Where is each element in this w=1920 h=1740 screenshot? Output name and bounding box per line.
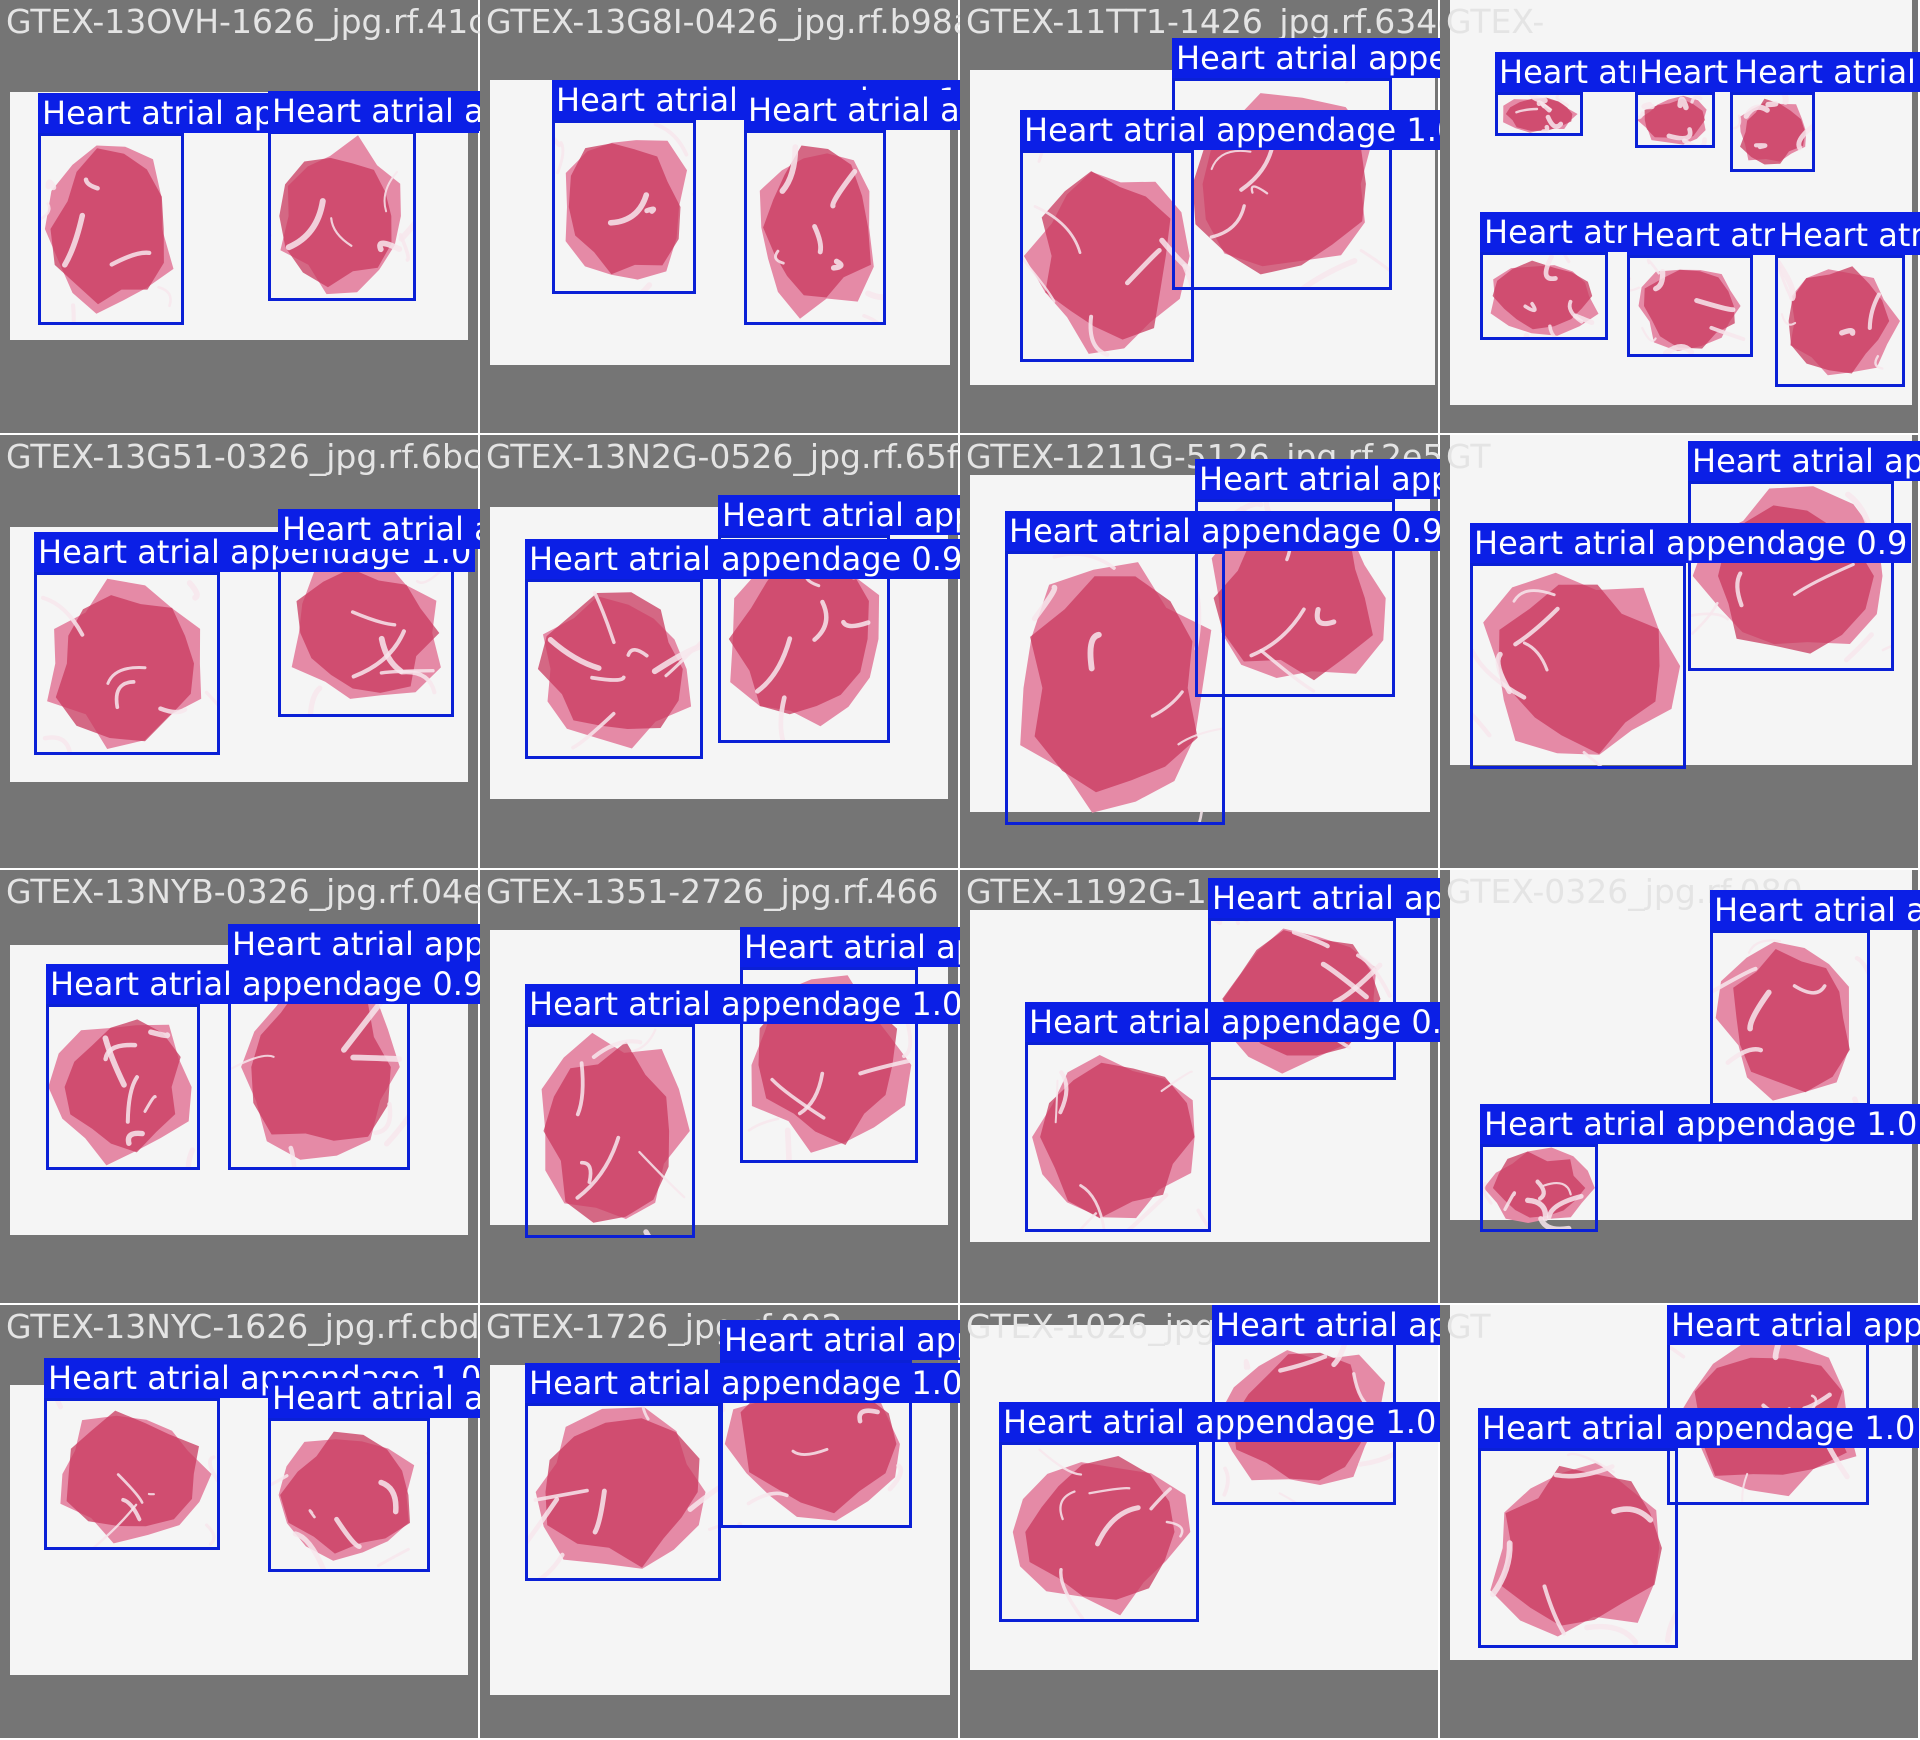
detection-box (1635, 92, 1715, 148)
detection-label: Heart atrial appendage 0.9 (268, 1378, 480, 1418)
tile-filename: GTEX-1192G-1 (966, 872, 1207, 911)
detection-box (552, 120, 696, 294)
detection-label: Heart atrial appendage 0.9 (1710, 890, 1920, 930)
detection-box (999, 1442, 1199, 1622)
detection-label: Heart atrial appendage 1.0 (718, 495, 960, 535)
tile-filename: GTEX-13G51-0326_jpg.rf.6bc (6, 437, 480, 476)
detection-label: Heart atrial appendage 1.0 (1480, 1104, 1920, 1144)
mosaic-tile: GTEX-13G8I-0426_jpg.rf.b98a6fd4a1d27ba4 … (480, 0, 960, 435)
mosaic-tile: GT Heart atrial appendage 1.0 Heart atri… (1440, 1305, 1920, 1740)
detection-label: Heart atrial appendage 0.9 (46, 964, 480, 1004)
detection-box (34, 572, 220, 755)
detection-box (525, 1403, 721, 1581)
mosaic-tile: GTEX-11TT1-1426_jpg.rf.634e Heart atrial… (960, 0, 1440, 435)
detection-label: Heart atrial appendage 1.0 (1208, 878, 1440, 918)
mosaic-tile: GTEX-1192G-1 Heart atrial appendage 0.9 … (960, 870, 1440, 1305)
detection-box (1775, 255, 1905, 387)
mosaic-tile: GTEX-13OVH-1626_jpg.rf.41ca7f2af123089f6… (0, 0, 480, 435)
detection-box (278, 549, 454, 717)
detection-label: Heart atrial appendage 1.0 (744, 90, 960, 130)
detection-label: Heart atrial appendage 0.9 (1195, 459, 1440, 499)
tile-filename: GTEX- (1446, 2, 1545, 41)
mosaic-tile: GTEX-0326_jpg.rf.080 Heart atrial append… (1440, 870, 1920, 1305)
detection-label: Heart atrial appendage 1.0 (278, 509, 480, 549)
detection-label: Heart atrial appendage 1.0 (525, 1363, 960, 1403)
mosaic-tile: GTEX-1726_jpg.rf.092 Heart atrial append… (480, 1305, 960, 1740)
tile-filename: GT (1446, 437, 1491, 476)
detection-label: Heart atrial appendage 1.0 (1212, 1305, 1440, 1345)
detection-box (744, 130, 886, 325)
mosaic-tile: GTEX- Heart atrial appendage 0.9 Heart a… (1440, 0, 1920, 435)
detection-label: Heart atrial appendage 1.0 (1478, 1408, 1920, 1448)
detection-box (1627, 255, 1753, 357)
detection-mosaic-grid: GTEX-13OVH-1626_jpg.rf.41ca7f2af123089f6… (0, 0, 1920, 1740)
detection-box (1005, 551, 1225, 825)
mosaic-tile: GTEX-1026_jpg.rf.bcb Heart atrial append… (960, 1305, 1440, 1740)
detection-label: Heart atrial appendage 1.0 (740, 927, 960, 967)
mosaic-tile: GTEX-13NYC-1626_jpg.rf.cbd Heart atrial … (0, 1305, 480, 1740)
detection-label: Heart atrial appendage 1.0 (999, 1402, 1440, 1442)
detection-label: Heart atrial appendage 1.0 (1172, 38, 1440, 78)
detection-label: Heart atrial appendage 0.9 (268, 91, 480, 131)
detection-label: Heart atrial appendage 0.9 (1667, 1305, 1920, 1345)
detection-box (1208, 918, 1396, 1080)
detection-label: Heart atrial appendage 1.0 (1775, 215, 1920, 255)
detection-label: Heart atrial appendage 0.9 (1005, 511, 1440, 551)
mosaic-tile: GTEX-13NYB-0326_jpg.rf.04e Heart atrial … (0, 870, 480, 1305)
detection-label: Heart atrial appendage 0.9 (1470, 523, 1912, 563)
detection-label: Heart atrial appendage 0.9 (720, 1320, 960, 1360)
mosaic-tile: GT Heart atrial appendage 0.9 Heart atri… (1440, 435, 1920, 870)
detection-box (1480, 1144, 1598, 1232)
detection-box (46, 1004, 200, 1170)
detection-box (1495, 92, 1583, 136)
tile-filename: GT (1446, 1307, 1491, 1346)
detection-label: Heart atrial appendage 1.0 (525, 984, 960, 1024)
detection-label: Heart atrial appendage 1.0 (1020, 110, 1440, 150)
detection-box (1470, 563, 1686, 769)
detection-label: Heart atrial appendage 0.9 (1730, 52, 1920, 92)
tile-filename: GTEX-13G8I-0426_jpg.rf.b98a6fd4a1d27ba4 (486, 2, 960, 41)
detection-box (1480, 252, 1608, 340)
tile-filename: GTEX-1351-2726_jpg.rf.466 (486, 872, 939, 911)
detection-box (1478, 1448, 1678, 1648)
detection-label: Heart atrial appendage 0.9 (228, 924, 480, 964)
detection-box (1710, 930, 1870, 1106)
mosaic-tile: GTEX-1351-2726_jpg.rf.466 Heart atrial a… (480, 870, 960, 1305)
detection-box (525, 1024, 695, 1238)
mosaic-tile: GTEX-13N2G-0526_jpg.rf.65f Heart atrial … (480, 435, 960, 870)
tile-filename: GTEX-11TT1-1426_jpg.rf.634e (966, 2, 1440, 41)
detection-label: Heart atrial appendage 0.9 (525, 539, 960, 579)
detection-box (268, 131, 416, 301)
mosaic-tile: GTEX-1211G-5126_jpg.rf.2e56 Heart atrial… (960, 435, 1440, 870)
detection-box (525, 579, 703, 759)
detection-box (1025, 1042, 1211, 1232)
detection-box (1688, 481, 1894, 671)
detection-box (1730, 92, 1815, 172)
detection-label: Heart atrial appendage 0.9 (1025, 1002, 1440, 1042)
detection-box (38, 133, 184, 325)
detection-box (44, 1398, 220, 1550)
tile-filename: GTEX-13NYB-0326_jpg.rf.04e (6, 872, 480, 911)
detection-box (268, 1418, 430, 1572)
tile-filename: GTEX-13OVH-1626_jpg.rf.41ca7f2af123089f6… (6, 2, 480, 41)
detection-box (1020, 150, 1194, 362)
tile-filename: GTEX-13N2G-0526_jpg.rf.65f (486, 437, 959, 476)
tile-filename: GTEX-13NYC-1626_jpg.rf.cbd (6, 1307, 480, 1346)
mosaic-tile: GTEX-13G51-0326_jpg.rf.6bc Heart atrial … (0, 435, 480, 870)
detection-label: Heart atrial appendage 0.9 (1688, 441, 1920, 481)
